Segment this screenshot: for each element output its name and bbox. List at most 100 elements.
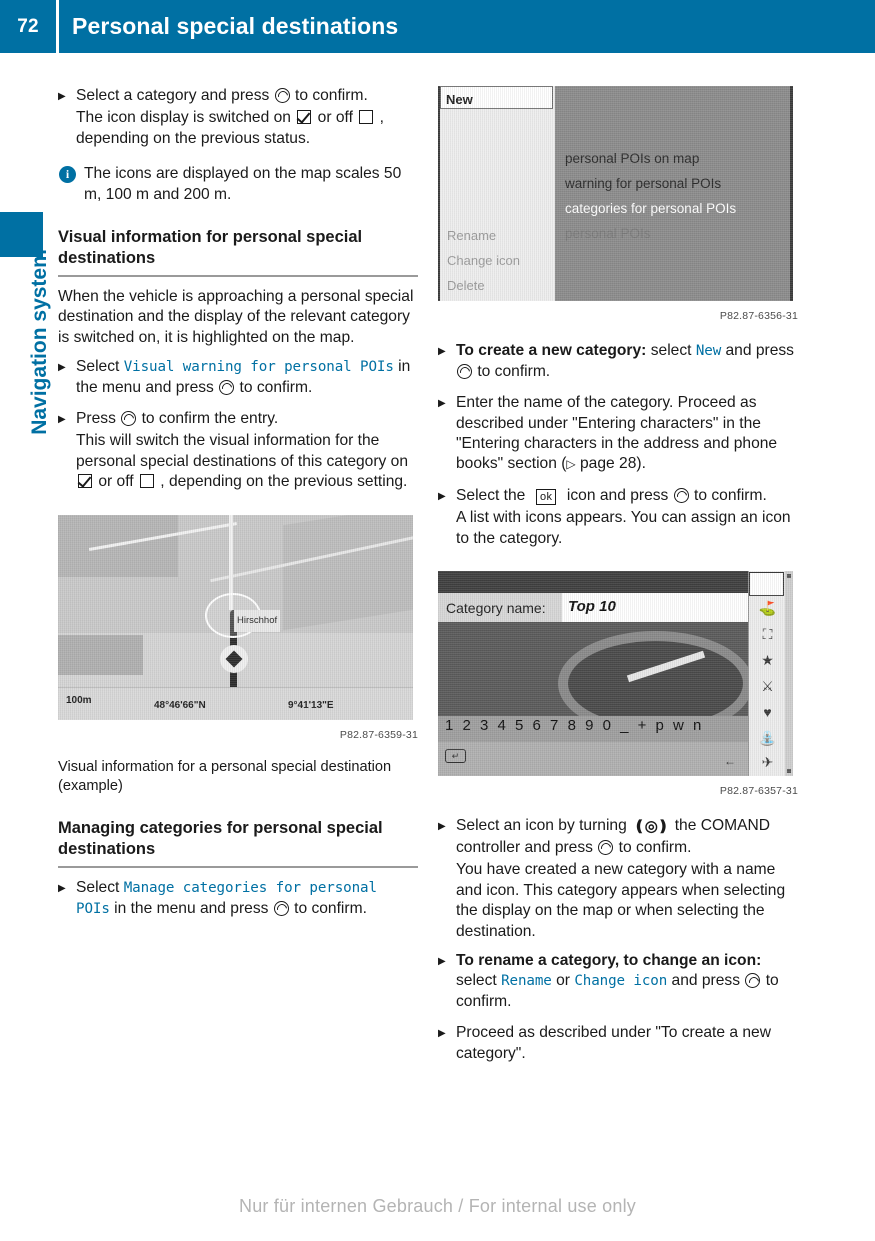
detail-text-b: or off [98,473,134,491]
icon-option-6[interactable]: ⛲ [758,731,777,746]
left-column: Select a category and press to confirm. … [58,86,418,921]
header-divider [56,0,59,53]
right-column: New Rename Change icon Delete personal P… [438,86,798,1066]
figure-comand-menu: New Rename Change icon Delete personal P… [438,86,798,326]
step-tail: and press [671,972,740,990]
step-select-category: Select a category and press to confirm. [58,86,418,108]
back-key-icon[interactable]: ↵ [445,749,466,764]
page-title: Personal special destinations [72,13,399,39]
heading-visual-information: Visual information for personal special … [58,228,363,268]
map-area-b [283,514,413,630]
popup-item-new: New [440,86,553,109]
ok-icon: ok [536,488,557,505]
step-prefix: Select the [456,486,526,504]
icon-option-4[interactable]: ⚔ [758,679,777,694]
entry-icon-column[interactable]: ✈ ⛳ ⛶ ★ ⚔ ♥ ⛲ ✈ [748,571,785,777]
popup-item-delete: Delete [447,278,485,293]
step-suffix: to confirm. [477,362,551,380]
menu-item-visual-warning: Visual warning for personal POIs [123,359,394,376]
step-suffix: to confirm. [618,838,692,856]
entry-scrollbar[interactable] [785,571,793,777]
checkbox-checked-icon [297,110,312,125]
menu-item-change-icon: Change icon [574,973,668,990]
delete-key-icon[interactable]: ← [724,751,736,771]
step-press-confirm: Press to confirm the entry. [58,409,418,431]
comand-press-icon [274,88,290,103]
comand-turn-icon: ❪◎❫ [633,818,669,836]
comand-press-icon [673,487,689,503]
page-reference-arrow-icon: ▷ [566,457,576,472]
step-suffix: to confirm. [239,378,313,396]
step-enter-name: Enter the name of the category. Proceed … [438,393,798,475]
icon-option-3[interactable]: ★ [758,653,777,668]
comand-press-icon [121,411,137,427]
checkbox-checked-icon [78,474,92,489]
step-manage-categories: Select Manage categories for personal PO… [58,878,418,919]
bg-list-item-1: warning for personal POIs [565,176,722,191]
figure-map-image: Hirschhof 100m 48°46'66"N 9°41'13"E [58,514,413,720]
step-tail: and press [725,342,794,360]
step-prefix: Select [76,358,120,376]
map-vehicle-position-icon [220,644,248,673]
comand-press-icon [219,379,235,395]
entry-keyboard-row[interactable]: 1 2 3 4 5 6 7 8 9 0 _ + p w n [438,716,748,743]
step-text-end: to confirm. [295,87,368,104]
icon-option-7[interactable]: ✈ [758,755,777,770]
popup-menu-panel: New Rename Change icon Delete [440,86,555,301]
map-scale-value: 100m [66,694,92,706]
step-prefix: Select an icon by turning [456,817,627,835]
map-longitude: 9°41'13"E [288,699,334,711]
step-text-b: ). [636,455,646,473]
step-mid: icon and press [566,486,669,504]
map-latitude: 48°46'66"N [154,699,206,711]
bg-list-item-0: personal POIs on map [565,151,700,166]
entry-top-bar [438,571,748,594]
icon-option-5[interactable]: ♥ [758,705,777,720]
step-suffix: to confirm. [694,486,767,504]
comand-press-icon [598,839,614,855]
step-select-ok-icon: Select the ok icon and press to confirm. [438,486,798,508]
step-prefix: Press [76,410,116,428]
info-note-map-scales: i The icons are displayed on the map sca… [58,164,418,205]
detail-text-a: The icon display is switched on [76,109,291,127]
page-number: 72 [17,15,39,37]
figure-map-visual-information: Hirschhof 100m 48°46'66"N 9°41'13"E P82.… [58,514,418,796]
step-mid: select [650,342,692,360]
page-reference: page 28 [580,455,637,473]
bg-list-item-2: categories for personal POIs [565,201,737,216]
step-proceed-as-described: Proceed as described under "To create a … [438,1023,798,1064]
icon-option-1[interactable]: ⛳ [758,601,777,616]
step-rename-category: To rename a category, to change an icon:… [438,951,798,1012]
comand-press-icon [457,363,472,379]
detail-text-c: , depending on the previous setting. [160,473,408,491]
entry-name-row: Category name: Top 10 [438,593,748,623]
step-or: or [556,972,570,990]
bg-list-item-3: personal POIs [565,226,651,241]
background-menu-list: personal POIs on map warning for persona… [555,86,790,301]
heading-rule [58,866,418,869]
step-lead: To create a new category: [456,342,647,360]
figure-name-entry-image: Category name: Top 10 1 2 3 4 5 6 7 8 9 … [438,571,793,777]
step-press-confirm-detail: This will switch the visual information … [58,431,418,492]
detail-text-a: This will switch the visual information … [76,432,408,470]
step-mid: in the menu and press [114,899,269,917]
checkbox-unchecked-icon [139,474,154,489]
screen-edge-right [790,86,793,301]
map-status-bar: 100m 48°46'66"N 9°41'13"E [58,686,413,720]
step-mid: select [456,972,497,990]
step-create-new-category: To create a new category: select New and… [438,341,798,382]
figure-code: P82.87-6356-31 [719,310,798,322]
page-header-bar: 72 Personal special destinations [0,0,875,53]
step-select-category-detail: The icon display is switched on or off ,… [58,108,418,149]
map-poi-label: Hirschhof [234,609,281,633]
menu-item-rename: Rename [501,973,552,990]
menu-item-new: New [695,343,722,360]
icon-option-2[interactable]: ⛶ [758,627,777,642]
step-select-icon-detail: You have created a new category with a n… [456,861,786,940]
paragraph-when-vehicle: When the vehicle is approaching a person… [58,288,414,346]
step-select-ok-detail: A list with icons appears. You can assig… [456,509,791,547]
comand-press-icon [745,973,761,989]
map-area-d [58,634,143,675]
detail-text-b: or off [317,109,353,127]
step-select-icon: Select an icon by turning ❪◎❫ the COMAND… [438,816,798,858]
